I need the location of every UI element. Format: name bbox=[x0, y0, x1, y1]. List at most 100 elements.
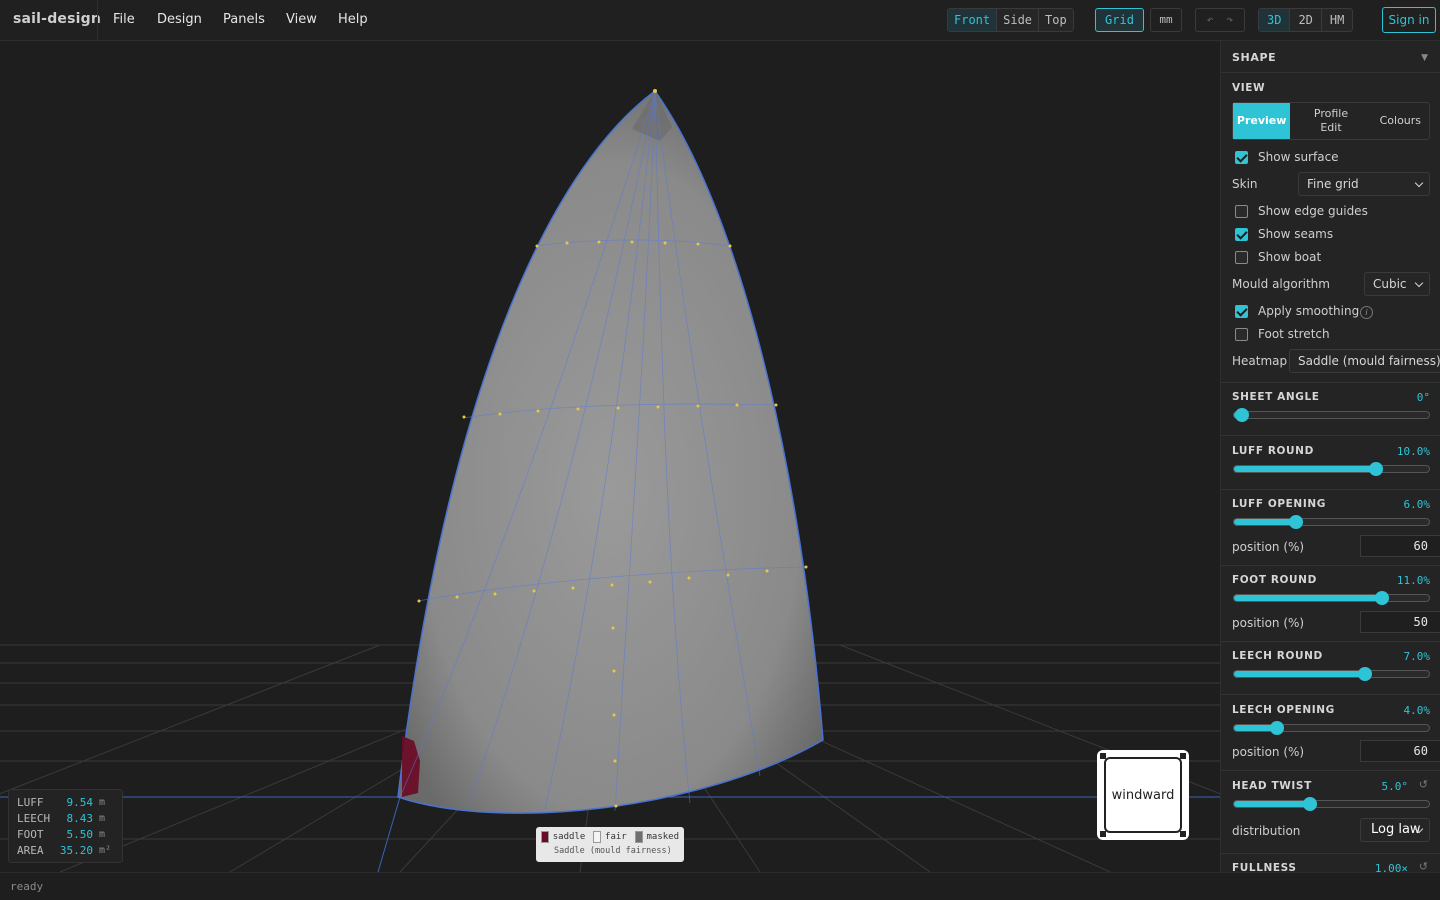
top-bar: sail-design File Design Panels View Help… bbox=[0, 0, 1440, 41]
heatmap-label: Heatmap bbox=[1232, 354, 1288, 368]
view-front-button[interactable]: Front bbox=[948, 9, 998, 31]
luff-opening-position-input[interactable]: 60 bbox=[1360, 535, 1440, 557]
luff-opening-slider[interactable] bbox=[1233, 515, 1430, 529]
tab-preview[interactable]: Preview bbox=[1233, 103, 1291, 139]
show-surface-label: Show surface bbox=[1258, 150, 1339, 164]
windward-label: windward bbox=[1104, 757, 1182, 833]
sail-stats-panel: LUFF 9.54 m LEECH 8.43 m FOOT 5.50 m AREA 35.20… bbox=[8, 789, 123, 863]
leech-opening-title: LEECH OPENING bbox=[1232, 704, 1335, 716]
luff-round-value: 10.0% bbox=[1396, 445, 1430, 458]
foot-stretch-label: Foot stretch bbox=[1258, 327, 1330, 341]
luff-opening-position-label: position (%) bbox=[1232, 540, 1305, 554]
slider-thumb[interactable] bbox=[1303, 797, 1318, 811]
legend-masked: masked bbox=[646, 832, 680, 842]
leech-opening-slider[interactable] bbox=[1233, 721, 1430, 735]
foot-round-position-input[interactable]: 50 bbox=[1360, 611, 1440, 633]
slider-thumb[interactable] bbox=[1357, 667, 1372, 681]
grid-toggle-button[interactable]: Grid bbox=[1095, 8, 1144, 32]
sail-canvas[interactable] bbox=[0, 41, 1220, 872]
fullness-value: 1.00× bbox=[1374, 862, 1408, 872]
skin-label: Skin bbox=[1232, 177, 1258, 191]
show-seams-checkbox[interactable] bbox=[1235, 228, 1248, 241]
leech-opening-position-label: position (%) bbox=[1232, 745, 1305, 759]
menu-panels[interactable]: Panels bbox=[223, 12, 265, 27]
slider-thumb[interactable] bbox=[1375, 591, 1390, 605]
3d-viewport[interactable]: LUFF 9.54 m LEECH 8.43 m FOOT 5.50 m AREA 35.20… bbox=[0, 41, 1220, 872]
show-boat-checkbox[interactable] bbox=[1235, 251, 1248, 264]
menu-design[interactable]: Design bbox=[157, 12, 202, 27]
menu-view[interactable]: View bbox=[286, 12, 317, 27]
heatmap-legend: saddle fair masked Saddle (mould fairnes… bbox=[536, 827, 684, 862]
slider-thumb[interactable] bbox=[1269, 721, 1284, 735]
distribution-value: Log law bbox=[1371, 822, 1421, 837]
legend-swatch-masked bbox=[634, 831, 643, 843]
status-bar: ready bbox=[0, 872, 1440, 900]
luff-round-slider[interactable] bbox=[1233, 462, 1430, 476]
mould-algorithm-label: Mould algorithm bbox=[1232, 277, 1330, 291]
mode-3d-button[interactable]: 3D bbox=[1259, 9, 1291, 31]
apply-smoothing-checkbox[interactable] bbox=[1235, 305, 1248, 318]
orientation-widget[interactable]: windward bbox=[1097, 750, 1189, 840]
status-text: ready bbox=[10, 880, 44, 893]
view-side-button[interactable]: Side bbox=[997, 9, 1040, 31]
foot-round-position-label: position (%) bbox=[1232, 616, 1305, 630]
stat-row-foot: FOOT 5.50 m bbox=[17, 828, 106, 841]
legend-saddle: saddle bbox=[552, 832, 586, 842]
tab-colours[interactable]: Colours bbox=[1372, 103, 1429, 139]
stat-row-area: AREA 35.20 m² bbox=[17, 844, 112, 857]
reset-icon[interactable]: ↺ bbox=[1419, 860, 1428, 872]
slider-thumb[interactable] bbox=[1289, 515, 1304, 529]
luff-opening-value: 6.0% bbox=[1403, 498, 1431, 511]
menu-help[interactable]: Help bbox=[338, 12, 368, 27]
apply-smoothing-label: Apply smoothing bbox=[1258, 304, 1360, 318]
stat-row-leech: LEECH 8.43 m bbox=[17, 812, 106, 825]
sail-surface bbox=[397, 89, 824, 814]
heatmap-select[interactable]: Saddle (mould fairness) bbox=[1289, 349, 1440, 373]
panel-collapse-icon[interactable]: ▼ bbox=[1421, 53, 1428, 63]
unit-button[interactable]: mm bbox=[1150, 8, 1182, 32]
foot-round-title: FOOT ROUND bbox=[1232, 574, 1317, 586]
head-twist-title: HEAD TWIST bbox=[1232, 780, 1312, 792]
slider-thumb[interactable] bbox=[1369, 462, 1384, 476]
slider-thumb[interactable] bbox=[1234, 408, 1249, 422]
foot-stretch-checkbox[interactable] bbox=[1235, 328, 1248, 341]
redo-icon[interactable]: ↷ bbox=[1227, 13, 1234, 26]
mould-algorithm-select[interactable]: Cubic bbox=[1364, 272, 1430, 296]
sheet-angle-value: 0° bbox=[1416, 391, 1430, 404]
show-seams-label: Show seams bbox=[1258, 227, 1334, 241]
tab-profile-edit[interactable]: Profile Edit bbox=[1290, 103, 1371, 139]
leech-round-slider[interactable] bbox=[1233, 667, 1430, 681]
legend-caption: Saddle (mould fairness) bbox=[554, 846, 672, 856]
show-surface-checkbox[interactable] bbox=[1235, 151, 1248, 164]
chevron-down-icon bbox=[1414, 278, 1424, 288]
skin-select[interactable]: Fine grid bbox=[1298, 172, 1430, 196]
distribution-select[interactable]: Log law bbox=[1360, 818, 1430, 842]
leech-round-value: 7.0% bbox=[1403, 650, 1431, 663]
view-top-button[interactable]: Top bbox=[1039, 9, 1073, 31]
luff-opening-title: LUFF OPENING bbox=[1232, 498, 1326, 510]
undo-icon[interactable]: ↶ bbox=[1207, 13, 1214, 26]
mode-hm-button[interactable]: HM bbox=[1322, 9, 1352, 31]
show-boat-label: Show boat bbox=[1258, 250, 1322, 264]
distribution-label: distribution bbox=[1232, 824, 1301, 838]
sheet-angle-slider[interactable] bbox=[1233, 408, 1430, 422]
undo-redo-group: ↶ ↷ bbox=[1195, 8, 1245, 32]
mode-2d-button[interactable]: 2D bbox=[1290, 9, 1322, 31]
mode-switcher: 3D 2D HM bbox=[1258, 8, 1354, 32]
shape-panel: SHAPE ▼ VIEW Preview Profile Edit Colour… bbox=[1220, 41, 1440, 872]
leech-round-title: LEECH ROUND bbox=[1232, 650, 1323, 662]
reset-icon[interactable]: ↺ bbox=[1419, 778, 1428, 791]
sign-in-button[interactable]: Sign in bbox=[1382, 7, 1436, 33]
show-edge-guides-checkbox[interactable] bbox=[1235, 205, 1248, 218]
foot-round-slider[interactable] bbox=[1233, 591, 1430, 605]
menu-file[interactable]: File bbox=[113, 12, 135, 27]
brand-divider bbox=[97, 0, 98, 40]
head-twist-slider[interactable] bbox=[1233, 797, 1430, 811]
luff-round-title: LUFF ROUND bbox=[1232, 445, 1314, 457]
legend-swatch-saddle bbox=[541, 831, 549, 843]
leech-opening-position-input[interactable]: 60 bbox=[1360, 740, 1440, 762]
info-icon[interactable]: i bbox=[1360, 306, 1373, 319]
view-tabs: Preview Profile Edit Colours bbox=[1232, 102, 1430, 140]
fullness-title: FULLNESS bbox=[1232, 862, 1297, 872]
app-brand: sail-design bbox=[13, 11, 102, 27]
